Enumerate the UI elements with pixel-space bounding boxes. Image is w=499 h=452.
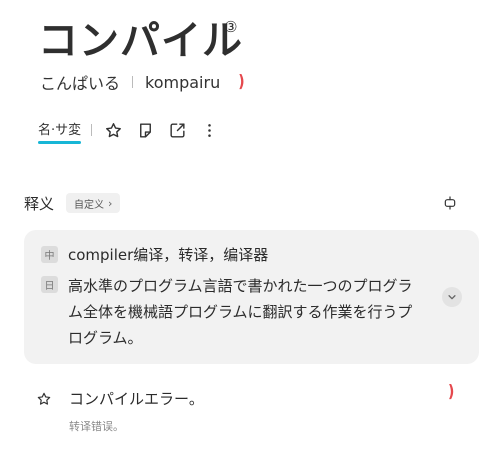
kana-reading: こんぱいる [40, 74, 121, 93]
ja-badge: 日 [41, 276, 58, 293]
zh-badge: 中 [41, 246, 58, 263]
definition-card: 中 compiler编译，转译，编译器 日 高水準のプログラム言語で書かれた一つ… [24, 230, 479, 364]
example-ja-text: コンパイルエラー。 [69, 390, 204, 408]
example-zh-text: 转译错误。 [69, 420, 124, 433]
share-icon[interactable] [166, 119, 188, 141]
example-speaker-icon[interactable]: ) [448, 382, 454, 401]
divider [132, 76, 134, 88]
romaji-reading: kompairu [145, 72, 221, 92]
reading-row: こんぱいる kompairu ) [40, 71, 245, 93]
definition-ja-text: 高水準のプログラム言語で書かれた一つのプログラム全体を機械語プログラムに翻訳する… [68, 277, 413, 347]
expand-chevron-down-icon[interactable] [442, 287, 462, 307]
definitions-header: 释义 自定义 › [24, 192, 476, 214]
custom-definition-button[interactable]: 自定义 › [66, 193, 121, 213]
divider [91, 124, 93, 136]
definition-zh: 中 compiler编译，转译，编译器 [41, 243, 268, 267]
example-sentence: コンパイルエラー。 转译错误。 ) [36, 382, 466, 438]
part-of-speech-tag[interactable]: 名·サ変 [38, 119, 82, 144]
definition-zh-text: compiler编译，转译，编译器 [68, 246, 269, 264]
favorite-star-icon[interactable] [102, 119, 124, 141]
pitch-accent: ③ [224, 18, 238, 36]
definition-ja: 日 高水準のプログラム言語で書かれた一つのプログラム全体を機械語プログラムに翻訳… [41, 273, 418, 351]
custom-definition-label: 自定义 [74, 199, 105, 211]
example-favorite-star-icon[interactable] [36, 391, 52, 407]
switch-view-icon[interactable] [442, 195, 458, 211]
toolbar: 名·サ変 [38, 118, 230, 144]
note-icon[interactable] [134, 119, 156, 141]
chevron-right-icon: › [108, 196, 113, 210]
pronounce-speaker-icon[interactable]: ) [238, 72, 244, 91]
more-options-icon[interactable] [198, 119, 220, 141]
headword: コンパイル [38, 18, 243, 64]
definitions-title: 释义 [24, 194, 55, 213]
